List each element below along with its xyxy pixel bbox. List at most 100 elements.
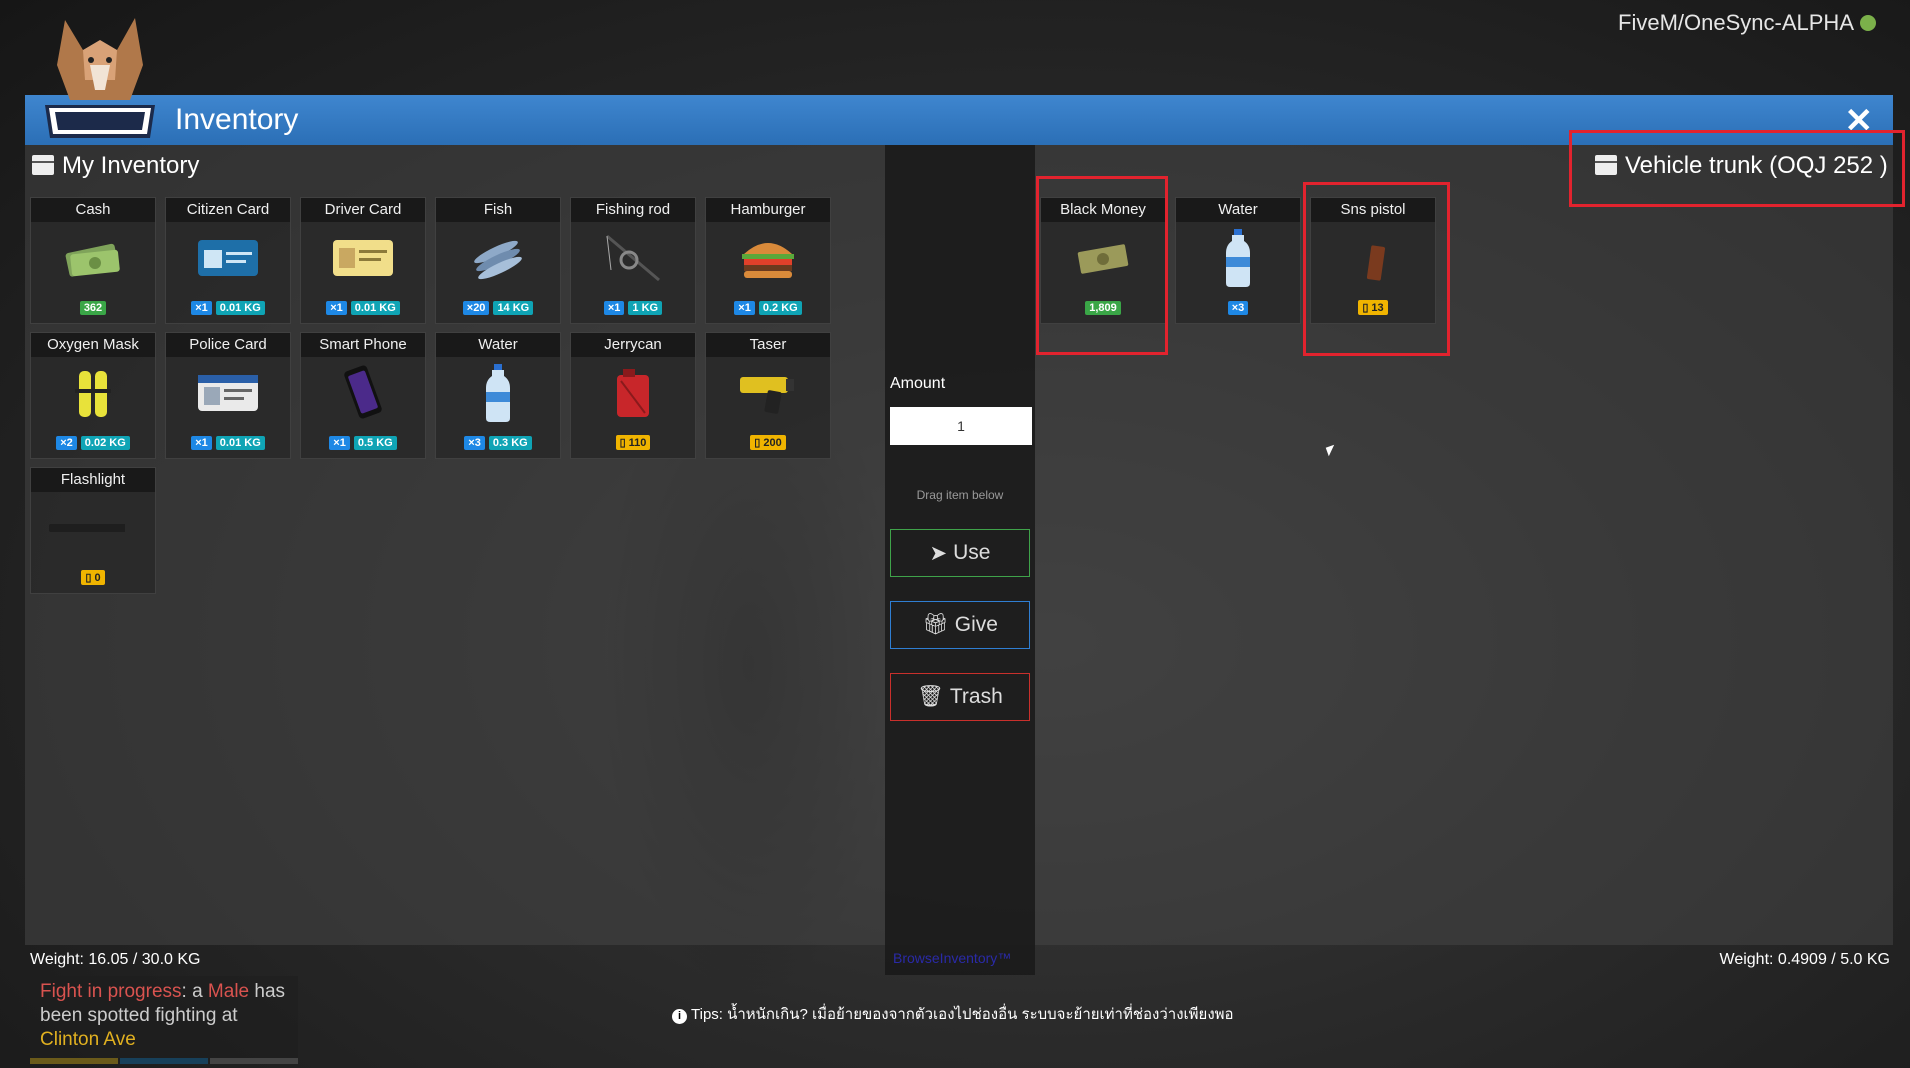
window-title: Inventory	[175, 103, 299, 136]
give-button[interactable]: 🎁︎ Give	[890, 601, 1030, 649]
inventory-slot[interactable]: Jerrycan ▯ 110	[570, 332, 696, 459]
pointer-icon: ➤	[929, 541, 948, 565]
notification-title: Fight in progress	[40, 981, 182, 1002]
inventory-slot[interactable]: Police Card ×1 0.01 KG	[165, 332, 291, 459]
inventory-slot[interactable]: Taser ▯ 200	[705, 332, 831, 459]
jerrycan-icon	[571, 365, 695, 421]
flashlight-icon	[31, 500, 155, 556]
item-badges: ×1 0.2 KG	[706, 301, 830, 315]
tips-bar: i Tips: น้ำหนักเกิน? เมื่อย้ายของจากตัวเอ…	[672, 1002, 1234, 1026]
count-badge: ×1	[191, 436, 212, 450]
trash-icon: 🗑︎	[917, 685, 944, 708]
inventory-slot[interactable]: Citizen Card ×1 0.01 KG	[165, 197, 291, 324]
driver-card-icon	[301, 230, 425, 286]
item-name: Taser	[706, 333, 830, 357]
server-logo	[45, 18, 155, 138]
trash-button[interactable]: 🗑︎ Trash	[890, 673, 1030, 721]
item-name: Smart Phone	[301, 333, 425, 357]
item-badges: ×3	[1176, 301, 1300, 315]
count-badge: ×1	[603, 301, 625, 315]
use-button[interactable]: ➤ Use	[890, 529, 1030, 577]
inventory-slot[interactable]: Water ×3 0.3 KG	[435, 332, 561, 459]
item-badges: ▯ 0	[31, 570, 155, 585]
item-name: Cash	[31, 198, 155, 222]
item-highlight-sns-pistol	[1303, 182, 1450, 356]
item-name: Police Card	[166, 333, 290, 357]
trunk-title-highlight	[1569, 130, 1905, 207]
info-icon: i	[672, 1009, 687, 1024]
item-badges: ×1 0.5 KG	[301, 436, 425, 450]
count-badge: ×1	[329, 436, 350, 450]
trunk-weight: Weight: 0.4909 / 5.0 KG	[1719, 951, 1890, 968]
phone-icon	[301, 365, 425, 421]
taser-icon	[706, 365, 830, 421]
weight-badge: 0.01 KG	[350, 301, 400, 315]
item-badges: ▯ 110	[571, 435, 695, 450]
amount-label: Amount	[890, 375, 946, 392]
notification-text-1: : a	[181, 981, 208, 1002]
my-inventory-title-text: My Inventory	[62, 152, 200, 179]
item-badges: ×1 1 KG	[571, 301, 695, 315]
server-status-icon	[1860, 15, 1876, 31]
item-name: Citizen Card	[166, 198, 290, 222]
gift-icon: 🎁︎	[922, 613, 949, 636]
notification-location: Clinton Ave	[40, 1029, 136, 1050]
drag-hint: Drag item below	[916, 488, 1004, 502]
item-name: Water	[436, 333, 560, 357]
cash-icon	[31, 230, 155, 286]
item-badges: ×3 0.3 KG	[436, 436, 560, 450]
item-badges: ×2 0.02 KG	[31, 436, 155, 450]
item-badges: ×1 0.01 KG	[166, 301, 290, 315]
inventory-slot[interactable]: Water ×3	[1175, 197, 1301, 324]
item-name: Driver Card	[301, 198, 425, 222]
item-badges: ×1 0.01 KG	[301, 301, 425, 315]
my-inventory-weight: Weight: 16.05 / 30.0 KG	[30, 951, 201, 968]
server-label-text: FiveM/OneSync-ALPHA	[1618, 10, 1854, 35]
server-label: FiveM/OneSync-ALPHA	[1618, 10, 1876, 36]
weight-badge: 0.2 KG	[758, 301, 802, 315]
weight-badge: 0.5 KG	[353, 436, 397, 450]
inventory-slot[interactable]: Cash 362	[30, 197, 156, 324]
inventory-slot[interactable]: Fishing rod ×1 1 KG	[570, 197, 696, 324]
notification-progress	[30, 1058, 298, 1064]
tips-text: Tips: น้ำหนักเกิน? เมื่อย้ายของจากตัวเอง…	[691, 1006, 1234, 1023]
water-bottle-icon	[1176, 229, 1300, 287]
police-card-icon	[166, 365, 290, 421]
item-name: Flashlight	[31, 468, 155, 492]
inventory-slot[interactable]: Oxygen Mask ×2 0.02 KG	[30, 332, 156, 459]
inventory-slot[interactable]: Hamburger ×1 0.2 KG	[705, 197, 831, 324]
item-highlight-black-money	[1036, 176, 1168, 355]
count-badge: ×1	[734, 301, 755, 315]
item-badges: 362	[31, 301, 155, 315]
item-badges: ×20 14 KG	[436, 301, 560, 315]
trash-button-label: Trash	[949, 685, 1003, 708]
brand-label: BrowseInventory™	[893, 950, 1012, 966]
id-card-icon	[166, 230, 290, 286]
amount-input[interactable]	[890, 407, 1032, 445]
count-badge: ×3	[464, 436, 485, 450]
count-badge: ×20	[462, 301, 490, 315]
my-inventory-title: My Inventory	[32, 152, 199, 180]
count-badge: ×3	[1227, 301, 1249, 315]
fishing-rod-icon	[571, 230, 695, 286]
inventory-slot[interactable]: Driver Card ×1 0.01 KG	[300, 197, 426, 324]
fish-icon	[436, 230, 560, 286]
item-badges: ×1 0.01 KG	[166, 436, 290, 450]
give-button-label: Give	[954, 613, 998, 636]
item-name: Fishing rod	[571, 198, 695, 222]
inventory-slot[interactable]: Fish ×20 14 KG	[435, 197, 561, 324]
weight-badge: 1 KG	[628, 301, 663, 315]
count-badge: ×2	[56, 436, 77, 450]
money-badge: 362	[79, 301, 107, 315]
weight-badge: 14 KG	[493, 301, 534, 315]
inventory-slot[interactable]: Smart Phone ×1 0.5 KG	[300, 332, 426, 459]
ammo-badge: ▯ 0	[81, 570, 105, 585]
notification: Fight in progress: a Male has been spott…	[30, 976, 298, 1064]
count-badge: ×1	[191, 301, 212, 315]
weight-badge: 0.01 KG	[215, 436, 265, 450]
inventory-slot[interactable]: Flashlight ▯ 0	[30, 467, 156, 594]
use-button-label: Use	[953, 541, 991, 564]
item-badges: ▯ 200	[706, 435, 830, 450]
oxygen-mask-icon	[31, 365, 155, 421]
ammo-badge: ▯ 200	[750, 435, 786, 450]
